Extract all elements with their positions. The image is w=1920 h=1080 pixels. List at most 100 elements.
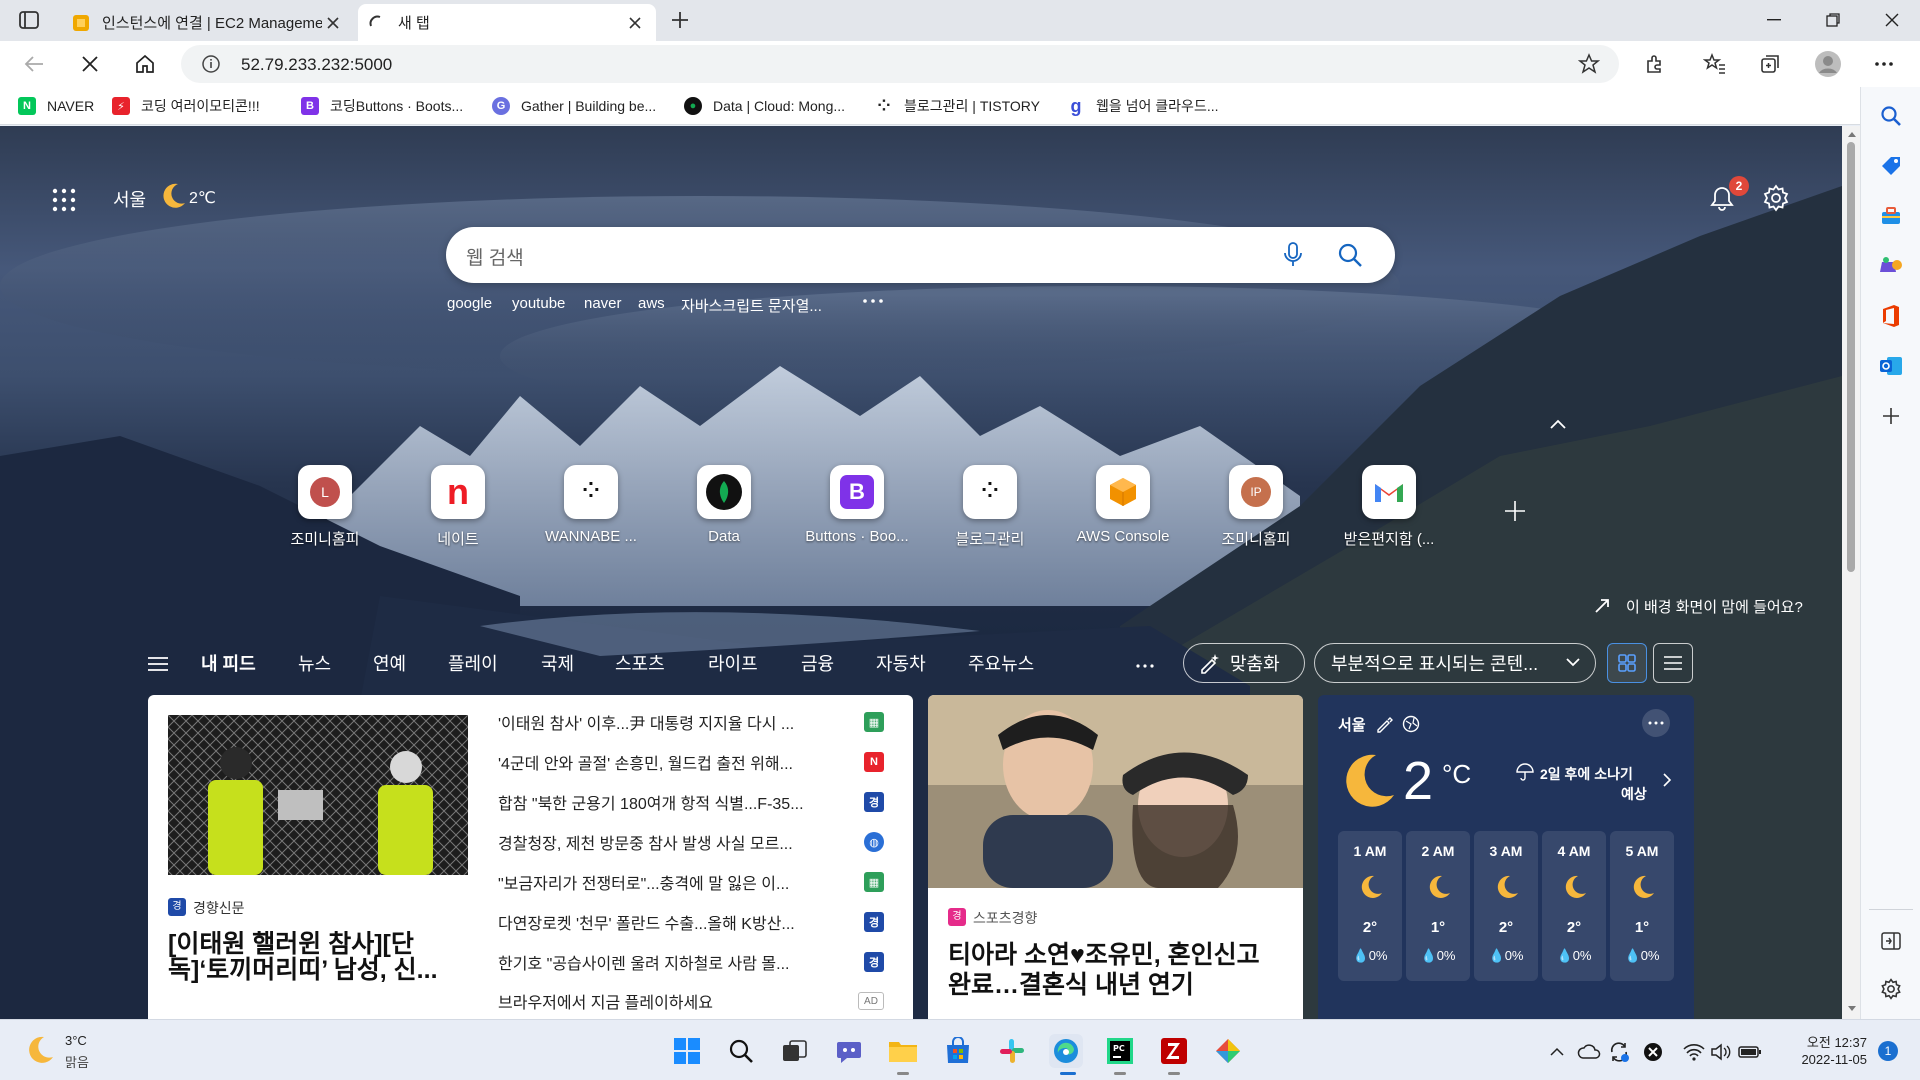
address-bar[interactable]: 52.79.233.232:5000	[181, 45, 1619, 83]
scrollbar-thumb[interactable]	[1847, 142, 1855, 572]
headline-item[interactable]: '4군데 안와 골절' 손흥민, 월드컵 출전 위해...	[498, 750, 838, 774]
site-info-icon[interactable]	[201, 54, 221, 74]
back-arrow-icon[interactable]	[16, 46, 52, 82]
hourly-forecast-item[interactable]: 2 AM 1° 💧0%	[1406, 831, 1470, 981]
sidebar-shopping-tag-icon[interactable]	[1878, 153, 1904, 179]
temperature-unit[interactable]: °C	[1442, 759, 1471, 790]
blocked-app-icon[interactable]	[1641, 1040, 1665, 1064]
quick-link-gmail[interactable]: 받은편지함 (...	[1329, 465, 1449, 549]
pycharm-icon[interactable]: PC	[1103, 1034, 1137, 1068]
file-explorer-icon[interactable]	[886, 1034, 920, 1068]
quick-link-blog[interactable]: ⁘ 블로그관리	[930, 465, 1050, 549]
forecast-summary-2[interactable]: 예상	[1621, 784, 1647, 804]
grid-view-icon[interactable]	[1607, 643, 1647, 683]
search-suggestion[interactable]: youtube	[512, 295, 565, 312]
news-card[interactable]: 경 경향신문 [이태원 핼러윈 참사][단독]‘토끼머리띠’ 남성, 신... …	[148, 695, 913, 1019]
sports-news-title[interactable]: 티아라 소연♥조유민, 혼인신고 완료…결혼식 내년 연기	[948, 940, 1288, 1000]
taskbar-weather-moon-icon[interactable]	[24, 1034, 56, 1066]
bookmark-emoticon[interactable]: ⚡ 코딩 여러이모티콘!!!	[112, 95, 260, 117]
headline-item[interactable]: 합참 "북한 군용기 180여개 항적 식별...F-35...	[498, 790, 838, 814]
expand-arrow-icon[interactable]	[1594, 598, 1610, 614]
collections-icon[interactable]	[1752, 46, 1788, 82]
teams-chat-icon[interactable]	[832, 1034, 866, 1068]
quick-link-bootstrap[interactable]: B Buttons · Boo...	[797, 465, 917, 545]
news-title[interactable]: [이태원 핼러윈 참사][단독]‘토끼머리띠’ 남성, 신...	[168, 931, 468, 985]
restore-icon[interactable]	[1805, 0, 1861, 40]
feed-tab-top-news[interactable]: 주요뉴스	[968, 650, 1034, 676]
taskbar-clock-date[interactable]: 2022-11-05	[1781, 1052, 1867, 1067]
profile-avatar-icon[interactable]	[1810, 46, 1846, 82]
quick-link-data[interactable]: Data	[664, 465, 784, 545]
list-view-icon[interactable]	[1653, 643, 1693, 683]
location-label[interactable]: 서울	[113, 186, 146, 212]
apps-grid-icon[interactable]	[52, 188, 76, 212]
close-tab-icon[interactable]	[322, 12, 344, 34]
feed-tab-play[interactable]: 플레이	[448, 650, 498, 676]
hamburger-menu-icon[interactable]	[147, 656, 169, 672]
sidebar-tools-icon[interactable]	[1878, 203, 1904, 229]
minimize-icon[interactable]	[1746, 0, 1802, 40]
taskbar-weather-desc[interactable]: 맑음	[65, 1052, 89, 1071]
feed-tab-entertainment[interactable]: 연예	[373, 650, 406, 676]
add-favorite-star-icon[interactable]	[1578, 53, 1600, 75]
edit-pencil-icon[interactable]	[1375, 715, 1393, 733]
taskbar-weather-temp[interactable]: 3°C	[65, 1033, 87, 1048]
feed-tab-finance[interactable]: 금융	[801, 650, 834, 676]
quick-link-nate[interactable]: n 네이트	[398, 465, 518, 549]
more-tabs-icon[interactable]	[1135, 663, 1155, 669]
more-suggestions-icon[interactable]	[862, 298, 884, 304]
bookmark-mongodb[interactable]: ● Data | Cloud: Mong...	[684, 95, 845, 117]
sync-icon[interactable]	[1607, 1040, 1631, 1064]
home-icon[interactable]	[127, 46, 163, 82]
colorful-app-icon[interactable]	[1211, 1034, 1245, 1068]
wifi-icon[interactable]	[1682, 1040, 1706, 1064]
hourly-forecast-item[interactable]: 1 AM 2° 💧0%	[1338, 831, 1402, 981]
filezilla-icon[interactable]	[1157, 1034, 1191, 1068]
headline-item[interactable]: '이태원 참사' 이후...尹 대통령 지지율 다시 ...	[498, 710, 838, 734]
bookmark-tistory[interactable]: ⁘ 블로그관리 | TISTORY	[875, 95, 1040, 117]
quick-link-jomini[interactable]: L 조미니홈피	[265, 465, 385, 549]
sidebar-outlook-icon[interactable]	[1878, 353, 1904, 379]
weather-more-icon[interactable]	[1642, 709, 1670, 737]
favorites-icon[interactable]	[1697, 46, 1733, 82]
slack-icon[interactable]	[995, 1034, 1029, 1068]
couple-photo-image[interactable]	[928, 695, 1303, 888]
content-visibility-dropdown[interactable]: 부분적으로 표시되는 콘텐...	[1314, 643, 1596, 683]
sidebar-settings-gear-icon[interactable]	[1878, 976, 1904, 1002]
headline-item[interactable]: "보금자리가 전쟁터로"...충격에 말 잃은 이...	[498, 870, 838, 894]
bookmark-gather[interactable]: G Gather | Building be...	[492, 95, 656, 117]
weather-card[interactable]: 서울 2 °C 2일 후에 소나기 예상 1 AM 2° 💧0% 2 AM 1°…	[1318, 695, 1694, 1019]
tab-new-tab[interactable]: 새 탭	[358, 4, 656, 41]
search-suggestion[interactable]: naver	[584, 295, 622, 312]
search-suggestion[interactable]: 자바스크립트 문자열...	[681, 295, 822, 316]
feed-tab-world[interactable]: 국제	[541, 650, 574, 676]
tray-chevron-up-icon[interactable]	[1545, 1040, 1569, 1064]
sidebar-hide-icon[interactable]	[1878, 928, 1904, 954]
feed-tab-autos[interactable]: 자동차	[876, 650, 926, 676]
headline-item[interactable]: 경찰청장, 제천 방문중 참사 발생 사실 모르...	[498, 830, 838, 854]
edge-browser-icon[interactable]	[1049, 1034, 1083, 1068]
close-window-icon[interactable]	[1864, 0, 1920, 40]
quick-link-jomini-2[interactable]: IP 조미니홈피	[1196, 465, 1316, 549]
sidebar-office-icon[interactable]	[1878, 303, 1904, 329]
page-scrollbar[interactable]	[1842, 126, 1860, 1019]
new-tab-plus-icon[interactable]	[668, 8, 692, 32]
task-view-icon[interactable]	[778, 1034, 812, 1068]
scroll-up-arrow-icon[interactable]	[1848, 132, 1856, 137]
sidebar-search-icon[interactable]	[1878, 103, 1904, 129]
taskbar-clock-time[interactable]: 오전 12:37	[1781, 1032, 1867, 1051]
bookmark-cloud[interactable]: g 웹을 넘어 클라우드...	[1067, 95, 1219, 117]
feed-tab-my-feed[interactable]: 내 피드	[201, 650, 256, 676]
bookmark-naver[interactable]: N NAVER	[18, 95, 94, 117]
quick-link-wannabe[interactable]: ⁘ WANNABE ...	[531, 465, 651, 545]
extensions-icon[interactable]	[1636, 46, 1672, 82]
onedrive-cloud-icon[interactable]	[1577, 1040, 1601, 1064]
collapse-chevron-up-icon[interactable]	[1548, 418, 1568, 430]
add-quick-link-plus-icon[interactable]	[1504, 500, 1526, 522]
forecast-summary[interactable]: 2일 후에 소나기	[1540, 764, 1633, 784]
hourly-forecast-item[interactable]: 5 AM 1° 💧0%	[1610, 831, 1674, 981]
background-feedback-link[interactable]: 이 배경 화면이 맘에 들어요?	[1626, 596, 1803, 617]
settings-gear-icon[interactable]	[1762, 184, 1790, 212]
volume-speaker-icon[interactable]	[1709, 1040, 1733, 1064]
feed-tab-news[interactable]: 뉴스	[298, 650, 331, 676]
